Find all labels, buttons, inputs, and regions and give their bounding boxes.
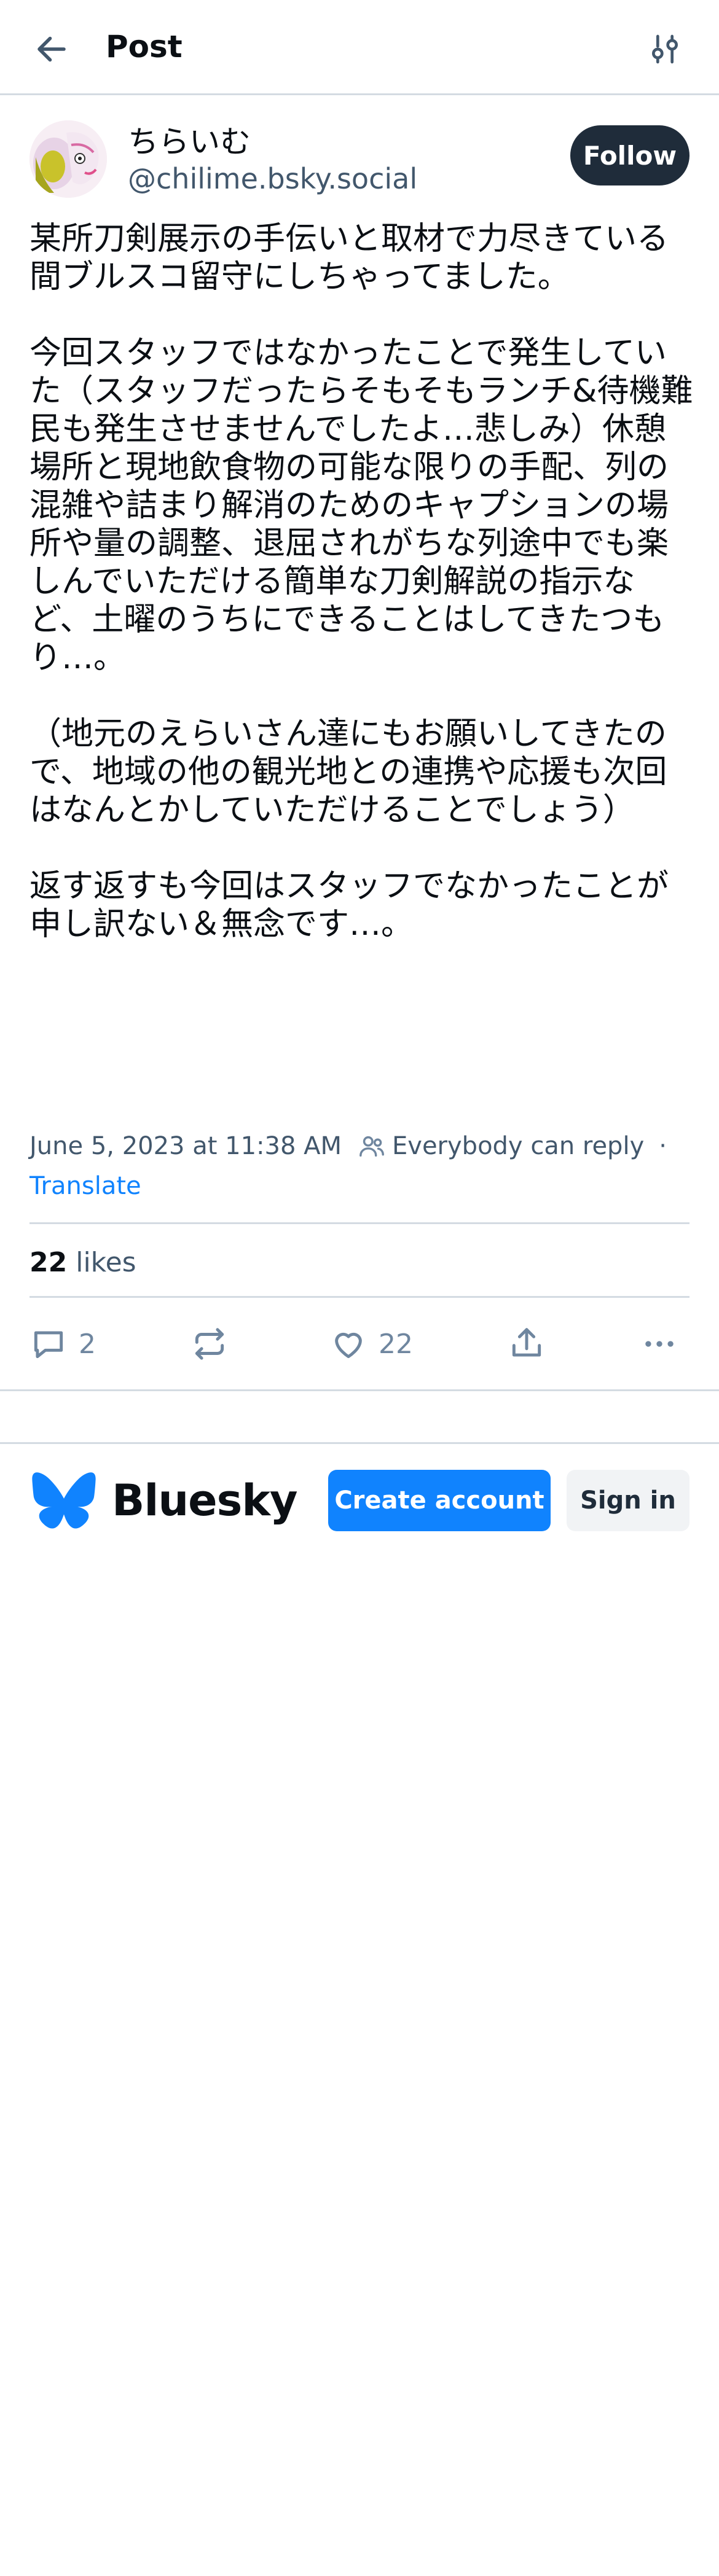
likes-summary[interactable]: 22 likes — [29, 1241, 136, 1284]
reply-button[interactable]: 2 — [29, 1319, 96, 1368]
divider — [29, 1222, 690, 1224]
bluesky-logo[interactable]: Bluesky — [32, 1470, 298, 1531]
post-author: ちらいむ @chilime.bsky.social Follow — [29, 120, 690, 206]
share-icon — [512, 1328, 541, 1357]
more-dots-icon — [645, 1341, 674, 1347]
reply-setting: Everybody can reply — [392, 1132, 645, 1160]
follow-button[interactable]: Follow — [570, 125, 690, 185]
post-timestamp[interactable]: June 5, 2023 at 11:38 AM — [29, 1132, 342, 1160]
post-meta: June 5, 2023 at 11:38 AM Everybody can r… — [29, 1128, 690, 1165]
like-button[interactable]: 22 — [329, 1319, 413, 1368]
divider — [0, 1389, 719, 1391]
people-icon — [358, 1132, 386, 1160]
arrow-left-icon — [37, 36, 66, 62]
logo-text: Bluesky — [112, 1475, 298, 1526]
more-options-button[interactable] — [640, 1319, 678, 1368]
author-handle[interactable]: @chilime.bsky.social — [128, 161, 417, 197]
likes-label: likes — [76, 1246, 136, 1278]
back-button[interactable] — [29, 27, 74, 71]
repost-button[interactable] — [191, 1319, 229, 1368]
thread-settings-button[interactable] — [643, 27, 687, 71]
meta-separator: · — [659, 1132, 667, 1160]
top-bar: Post — [0, 0, 719, 95]
post-text: 某所刀剣展示の手伝いと取材で力尽きている間ブルスコ留守にしちゃってました。 今回… — [29, 221, 693, 943]
sliders-icon — [652, 34, 678, 64]
like-count: 22 — [379, 1328, 413, 1360]
reply-count: 2 — [79, 1328, 96, 1360]
author-display-name[interactable]: ちらいむ — [128, 123, 251, 161]
divider — [29, 1296, 690, 1298]
create-account-button[interactable]: Create account — [328, 1470, 551, 1531]
post-actions: 2 22 — [29, 1319, 690, 1368]
share-button[interactable] — [508, 1319, 546, 1368]
likes-count: 22 — [29, 1246, 68, 1278]
signup-bar: Bluesky Create account Sign in — [0, 1444, 719, 1555]
reply-icon — [34, 1331, 63, 1359]
repost-icon — [195, 1328, 224, 1360]
butterfly-icon — [32, 1472, 96, 1529]
translate-link[interactable]: Translate — [29, 1169, 141, 1203]
sign-in-button[interactable]: Sign in — [567, 1470, 690, 1531]
avatar-image-icon — [29, 120, 107, 198]
page-title: Post — [106, 29, 183, 64]
heart-icon — [335, 1332, 362, 1359]
avatar[interactable] — [29, 120, 107, 198]
